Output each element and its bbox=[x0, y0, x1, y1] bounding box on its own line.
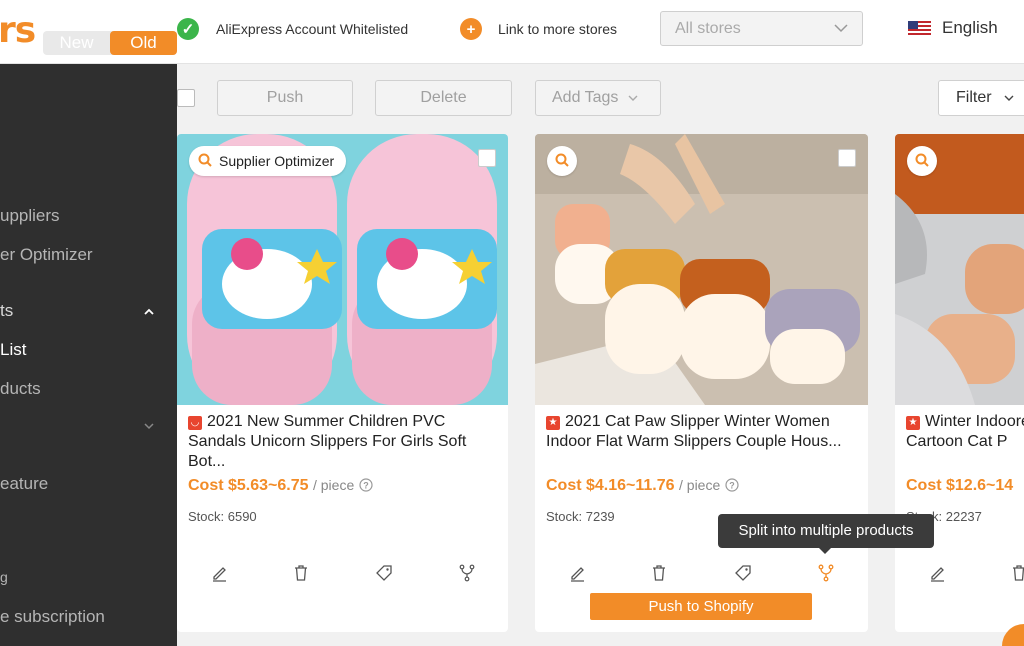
product-checkbox[interactable] bbox=[838, 149, 856, 167]
product-card[interactable]: ★ 2021 Cat Paw Slipper Winter Women Indoo… bbox=[535, 134, 868, 632]
product-card[interactable]: ★ Winter Indoore Cartoon Cat P Cost $12.6… bbox=[895, 134, 1024, 632]
product-cost: Cost $12.6~14 bbox=[906, 477, 1014, 494]
svg-text:?: ? bbox=[729, 481, 735, 491]
sidebar: uppliers er Optimizer ts List ducts eatu… bbox=[0, 64, 177, 646]
store-icon: ★ bbox=[546, 416, 560, 430]
product-title[interactable]: ◡ 2021 New Summer Children PVC Sandals Un… bbox=[188, 412, 498, 472]
cost-unit: / piece bbox=[679, 477, 721, 493]
split-icon[interactable] bbox=[456, 562, 478, 584]
check-circle-icon: ✓ bbox=[177, 18, 199, 40]
trash-icon[interactable] bbox=[290, 562, 312, 584]
cost-value: Cost $5.63~6.75 bbox=[188, 477, 309, 494]
sidebar-item-products[interactable]: ts bbox=[0, 301, 13, 321]
link-stores-label: Link to more stores bbox=[498, 21, 618, 37]
language-selector[interactable]: English bbox=[908, 18, 998, 38]
push-to-shopify-button[interactable]: Push to Shopify bbox=[590, 593, 812, 620]
version-new-option[interactable]: New bbox=[43, 31, 110, 55]
badge-label: Supplier Optimizer bbox=[219, 153, 335, 169]
product-actions bbox=[535, 562, 868, 586]
supplier-optimizer-badge[interactable] bbox=[907, 146, 937, 176]
product-actions bbox=[177, 562, 508, 586]
cost-value: Cost $4.16~11.76 bbox=[546, 477, 675, 494]
split-tooltip: Split into multiple products bbox=[718, 514, 934, 554]
product-stock: Stock: 7239 bbox=[546, 509, 615, 524]
trash-icon[interactable] bbox=[1008, 562, 1024, 584]
sidebar-item-setting[interactable]: g bbox=[0, 569, 8, 585]
tag-icon[interactable] bbox=[373, 562, 395, 584]
delete-button[interactable]: Delete bbox=[375, 80, 512, 116]
link-stores-button[interactable]: + Link to more stores bbox=[460, 16, 617, 42]
edit-icon[interactable] bbox=[566, 562, 588, 584]
product-cost: Cost $5.63~6.75 / piece ? bbox=[188, 477, 373, 495]
tag-icon[interactable] bbox=[732, 562, 754, 584]
product-cost: Cost $4.16~11.76 / piece ? bbox=[546, 477, 739, 495]
add-tags-label: Add Tags bbox=[552, 89, 619, 106]
add-tags-button[interactable]: Add Tags bbox=[535, 80, 661, 116]
product-title[interactable]: ★ 2021 Cat Paw Slipper Winter Women Indoo… bbox=[546, 412, 856, 452]
sidebar-item-suppliers[interactable]: uppliers bbox=[0, 206, 60, 226]
supplier-optimizer-badge[interactable]: Supplier Optimizer bbox=[189, 146, 347, 176]
select-all-checkbox[interactable] bbox=[177, 89, 195, 107]
product-checkbox[interactable] bbox=[478, 149, 496, 167]
product-title-text: Winter Indoore Cartoon Cat P bbox=[906, 413, 1024, 450]
sidebar-item-list[interactable]: List bbox=[0, 340, 26, 360]
store-icon: ◡ bbox=[188, 416, 202, 430]
push-button[interactable]: Push bbox=[217, 80, 353, 116]
chevron-down-icon[interactable] bbox=[144, 419, 154, 433]
product-title-text: 2021 Cat Paw Slipper Winter Women Indoor… bbox=[546, 413, 842, 450]
search-icon bbox=[915, 153, 929, 170]
cost-unit: / piece bbox=[312, 477, 355, 493]
version-toggle[interactable]: New Old bbox=[43, 31, 177, 55]
sidebar-item-feature[interactable]: eature bbox=[0, 474, 48, 494]
product-image[interactable] bbox=[895, 134, 1024, 405]
store-select[interactable]: All stores bbox=[660, 11, 863, 46]
version-old-option[interactable]: Old bbox=[110, 31, 177, 55]
chevron-down-icon bbox=[834, 22, 848, 36]
whitelist-text: AliExpress Account Whitelisted bbox=[216, 21, 409, 37]
supplier-optimizer-badge[interactable] bbox=[547, 146, 577, 176]
whitelist-status: ✓ AliExpress Account Whitelisted bbox=[177, 16, 408, 42]
sidebar-item-supplier-optimizer[interactable]: er Optimizer bbox=[0, 245, 93, 265]
product-actions bbox=[895, 562, 1024, 586]
search-icon bbox=[198, 153, 212, 170]
edit-icon[interactable] bbox=[208, 562, 230, 584]
chevron-up-icon[interactable] bbox=[144, 304, 154, 318]
product-title[interactable]: ★ Winter Indoore Cartoon Cat P bbox=[906, 412, 1024, 452]
chevron-down-icon bbox=[1004, 95, 1014, 101]
us-flag-icon bbox=[908, 20, 931, 36]
help-icon[interactable]: ? bbox=[725, 478, 739, 492]
chevron-down-icon bbox=[628, 95, 638, 101]
edit-icon[interactable] bbox=[926, 562, 948, 584]
product-image[interactable] bbox=[535, 134, 868, 405]
product-stock: Stock: 6590 bbox=[188, 509, 257, 524]
svg-text:?: ? bbox=[363, 481, 369, 491]
search-icon bbox=[555, 153, 569, 170]
store-icon: ★ bbox=[906, 416, 920, 430]
help-icon[interactable]: ? bbox=[359, 478, 373, 492]
language-label: English bbox=[942, 18, 998, 37]
plus-circle-icon: + bbox=[460, 18, 482, 40]
sidebar-item-products-sub[interactable]: ducts bbox=[0, 379, 41, 399]
app-logo: rs bbox=[0, 10, 36, 51]
top-header: rs New Old ✓ AliExpress Account Whitelis… bbox=[0, 0, 1024, 64]
product-title-text: 2021 New Summer Children PVC Sandals Uni… bbox=[188, 413, 467, 470]
trash-icon[interactable] bbox=[648, 562, 670, 584]
store-select-value: All stores bbox=[675, 19, 741, 37]
product-card[interactable]: Supplier Optimizer ◡ 2021 New Summer Chil… bbox=[177, 134, 508, 632]
filter-button[interactable]: Filter bbox=[938, 80, 1024, 116]
filter-label: Filter bbox=[956, 89, 992, 106]
split-icon[interactable] bbox=[815, 562, 837, 584]
sidebar-item-subscription[interactable]: e subscription bbox=[0, 607, 105, 627]
